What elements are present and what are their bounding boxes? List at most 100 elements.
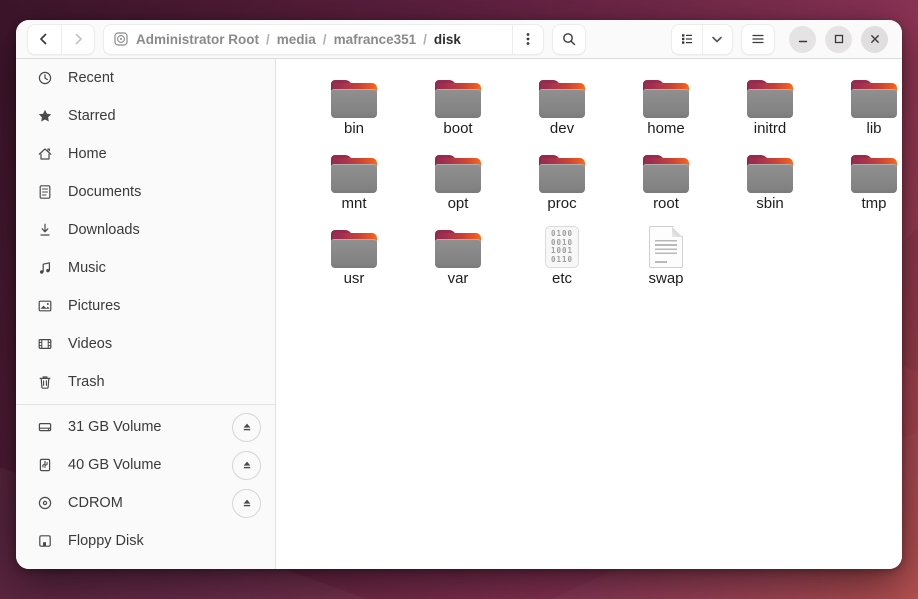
sidebar-item-label: Starred [68,108,116,124]
sidebar-item-40gb-volume[interactable]: 40 GB Volume [16,446,275,484]
file-name: etc [551,270,572,287]
file-name: initrd [753,120,787,137]
window-controls [789,25,888,53]
sidebar-item-pictures[interactable]: Pictures [16,287,275,325]
sidebar-item-label: 31 GB Volume [68,419,162,435]
clock-icon [38,71,52,85]
maximize-button[interactable] [825,25,852,53]
file-name: usr [343,270,365,287]
location-menu-wrap [512,24,543,54]
breadcrumb-segment-media[interactable]: media [277,32,316,47]
breadcrumb-root[interactable]: Administrator Root [136,32,259,47]
sidebar-item-label: Videos [68,336,113,352]
sidebar-item-label: Home [68,146,107,162]
sidebar-item-label: Floppy Disk [68,533,144,549]
optical-disc-icon [38,496,52,510]
file-item-var[interactable]: var [406,222,510,297]
file-name: sbin [756,195,784,212]
breadcrumb-path: Administrator Root / media / mafrance351… [136,32,461,47]
file-view[interactable]: bin boot dev home initrd lib mnt opt pro… [276,59,902,569]
minimize-button[interactable] [789,25,816,53]
sidebar-item-starred[interactable]: Starred [16,97,275,135]
file-name: bin [343,120,365,137]
file-item-sbin[interactable]: sbin [718,147,822,222]
eject-button[interactable] [232,450,261,480]
sidebar-item-label: 40 GB Volume [68,457,162,473]
file-item-dev[interactable]: dev [510,72,614,147]
star-icon [38,109,52,122]
trash-icon [39,376,51,389]
sidebar-item-label: Downloads [68,222,140,238]
eject-icon [243,423,250,431]
sidebar-item-documents[interactable]: Documents [16,173,275,211]
file-item-home[interactable]: home [614,72,718,147]
file-name: proc [547,195,577,212]
file-name: var [447,270,469,287]
folder-icon [643,80,689,118]
close-icon [870,35,879,43]
location-menu-button[interactable] [513,25,543,54]
forward-button[interactable] [62,25,95,54]
file-item-bin[interactable]: bin [302,72,406,147]
file-name: lib [866,120,882,137]
file-item-lib[interactable]: lib [822,72,902,147]
list-view-icon [681,34,692,44]
sidebar-item-label: Recent [68,70,114,86]
file-item-proc[interactable]: proc [510,147,614,222]
file-name: boot [443,120,473,137]
file-item-initrd[interactable]: initrd [718,72,822,147]
sidebar-item-label: Trash [68,374,105,390]
file-item-mnt[interactable]: mnt [302,147,406,222]
breadcrumb[interactable]: Administrator Root / media / mafrance351… [103,23,544,55]
eject-button[interactable] [232,488,261,518]
breadcrumb-current-disk[interactable]: disk [434,32,461,47]
minimize-icon [798,40,807,43]
file-name: tmp [861,195,887,212]
sidebar-item-downloads[interactable]: Downloads [16,211,275,249]
folded-corner [672,227,682,237]
folder-icon [539,80,585,118]
sidebar-item-label: Pictures [68,298,121,314]
back-button[interactable] [28,24,62,54]
nav-button-group [27,23,95,55]
file-item-boot[interactable]: boot [406,72,510,147]
binary-digits-row: 0110 [550,254,574,264]
file-grid: bin boot dev home initrd lib mnt opt pro… [302,72,902,297]
folder-icon [851,80,897,118]
sidebar-item-trash[interactable]: Trash [16,363,275,401]
folder-icon [435,155,481,193]
file-name: dev [549,120,575,137]
folder-icon [747,80,793,118]
sidebar-item-cdrom[interactable]: CDROM [16,484,275,522]
file-item-opt[interactable]: opt [406,147,510,222]
sidebar-item-home[interactable]: Home [16,135,275,173]
file-item-swap[interactable]: swap [614,222,718,297]
chevron-right-icon [75,33,82,45]
sidebar-item-recent[interactable]: Recent [16,59,275,97]
floppy-icon [39,535,51,547]
folder-icon [643,155,689,193]
list-view-button[interactable] [672,24,703,54]
file-name: home [647,120,685,137]
main-menu-button[interactable] [741,23,775,55]
sidebar-separator [16,404,275,405]
folder-icon [747,155,793,193]
sidebar-item-floppy-disk[interactable]: Floppy Disk [16,522,275,560]
file-item-tmp[interactable]: tmp [822,147,902,222]
sidebar-item-videos[interactable]: Videos [16,325,275,363]
search-icon [563,33,576,46]
file-item-usr[interactable]: usr [302,222,406,297]
view-options-button[interactable] [703,25,733,54]
search-button[interactable] [552,23,586,55]
eject-button[interactable] [232,412,261,442]
close-button[interactable] [861,25,888,53]
files-window: Administrator Root / media / mafrance351… [16,20,902,569]
view-toggle-group [671,23,733,55]
music-note-icon [40,262,50,274]
file-item-etc[interactable]: 0100 0010 1001 0110 etc [510,222,614,297]
file-item-root[interactable]: root [614,147,718,222]
breadcrumb-segment-mafrance351[interactable]: mafrance351 [334,32,417,47]
sidebar-item-music[interactable]: Music [16,249,275,287]
sidebar-item-31gb-volume[interactable]: 31 GB Volume [16,408,275,446]
folder-icon [851,155,897,193]
